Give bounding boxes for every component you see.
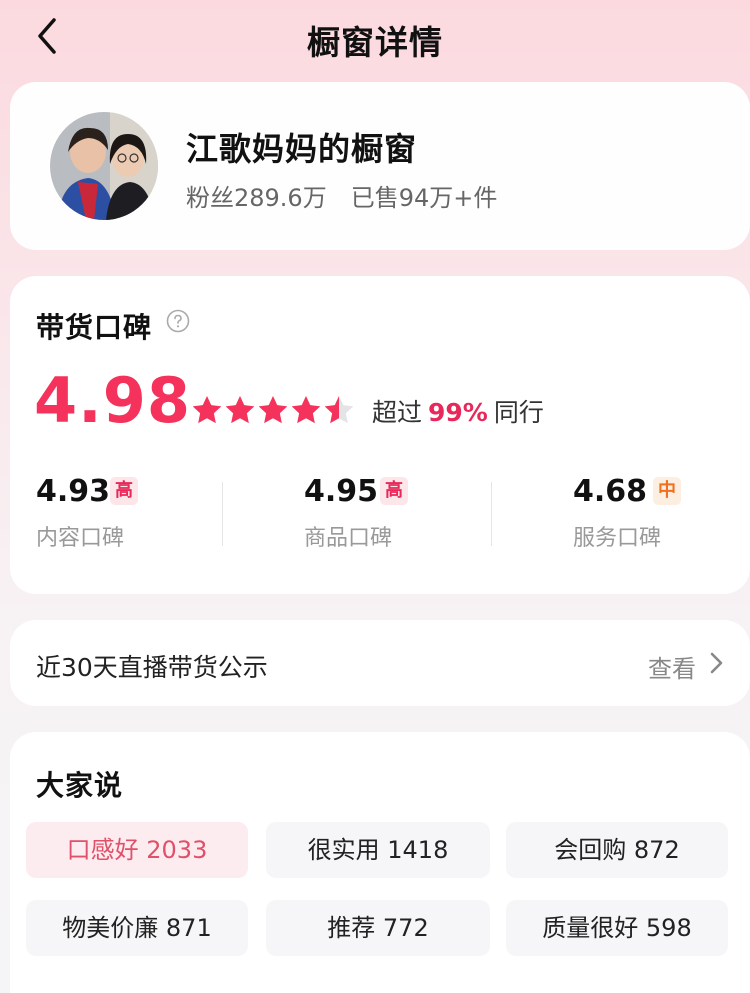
star-filled-icon bbox=[192, 396, 222, 424]
avatar[interactable] bbox=[50, 112, 158, 220]
shop-stats: 粉丝289.6万 已售94万+件 bbox=[186, 178, 497, 213]
sub-label: 服务口碑 bbox=[573, 526, 662, 551]
view-link[interactable]: 查看 bbox=[648, 649, 696, 684]
shop-profile-card: 江歌妈妈的橱窗 粉丝289.6万 已售94万+件 bbox=[10, 82, 750, 250]
live-disclosure-label: 近30天直播带货公示 bbox=[36, 653, 268, 682]
service-rating: 4.68 中 服务口碑 bbox=[573, 474, 750, 551]
rating-level-badge: 高 bbox=[380, 477, 408, 505]
rating-card: 带货口碑 4.98 超过 99% 同行 4.93 高 内容口碑 4.95 高 商品口… bbox=[10, 276, 750, 594]
compare-suffix: 同行 bbox=[493, 398, 544, 427]
tags-title: 大家说 bbox=[36, 769, 124, 802]
review-tag[interactable]: 推荐 772 bbox=[266, 900, 490, 956]
shop-name: 江歌妈妈的橱窗 bbox=[186, 130, 418, 168]
review-tag[interactable]: 质量很好 598 bbox=[506, 900, 728, 956]
fans-count: 粉丝289.6万 bbox=[186, 184, 327, 212]
rating-level-badge: 高 bbox=[110, 477, 138, 505]
star-filled-icon bbox=[225, 396, 255, 424]
star-rating bbox=[192, 396, 354, 424]
sold-count: 已售94万+件 bbox=[350, 184, 498, 212]
sub-label: 商品口碑 bbox=[304, 526, 393, 551]
sub-score: 4.93 bbox=[36, 474, 111, 509]
divider bbox=[222, 482, 223, 546]
compare-percent: 99% bbox=[428, 398, 488, 427]
review-tag[interactable]: 口感好 2033 bbox=[26, 822, 248, 878]
star-filled-icon bbox=[258, 396, 288, 424]
star-filled-icon bbox=[291, 396, 321, 424]
help-icon[interactable] bbox=[166, 309, 190, 333]
review-tag[interactable]: 很实用 1418 bbox=[266, 822, 490, 878]
sub-score: 4.95 bbox=[304, 474, 379, 509]
top-bar: 橱窗详情 bbox=[0, 0, 750, 72]
review-tag[interactable]: 会回购 872 bbox=[506, 822, 728, 878]
sub-label: 内容口碑 bbox=[36, 526, 125, 551]
sub-score: 4.68 bbox=[573, 474, 648, 509]
chevron-right-icon bbox=[710, 652, 723, 674]
divider bbox=[491, 482, 492, 546]
rating-title: 带货口碑 bbox=[36, 311, 153, 344]
live-disclosure-row[interactable]: 近30天直播带货公示 查看 bbox=[10, 620, 750, 706]
compare-prefix: 超过 bbox=[372, 398, 423, 427]
page-title: 橱窗详情 bbox=[307, 23, 443, 62]
content-rating: 4.93 高 内容口碑 bbox=[36, 474, 266, 551]
review-tag[interactable]: 物美价廉 871 bbox=[26, 900, 248, 956]
peer-comparison: 超过 99% 同行 bbox=[372, 393, 544, 429]
rating-level-badge: 中 bbox=[653, 477, 681, 505]
product-rating: 4.95 高 商品口碑 bbox=[304, 474, 534, 551]
reviews-tags-card: 大家说 口感好 2033 很实用 1418 会回购 872 物美价廉 871 推… bbox=[10, 732, 750, 993]
overall-score: 4.98 bbox=[34, 364, 191, 437]
